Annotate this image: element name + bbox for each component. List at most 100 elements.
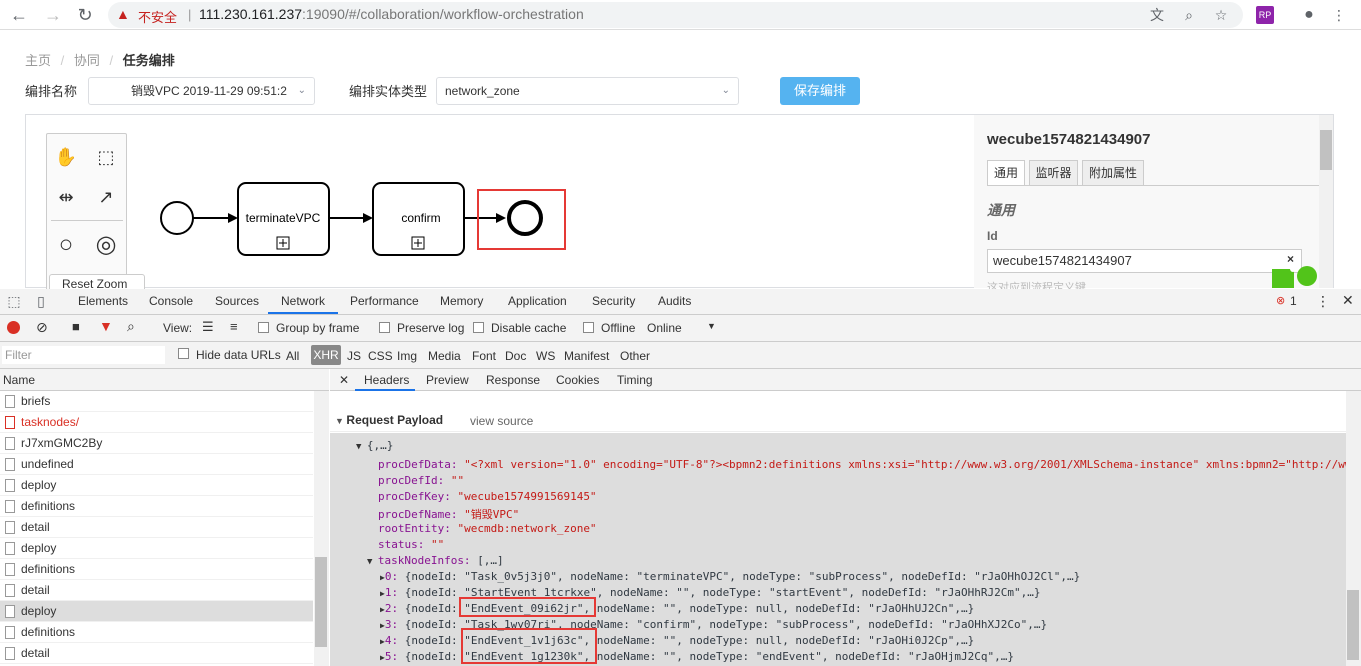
tab-cookies[interactable]: Cookies [556, 373, 599, 387]
filter-css[interactable]: CSS [368, 349, 393, 363]
chevron-down-icon[interactable]: ▼ [707, 321, 716, 331]
payload-field[interactable]: ▼ taskNodeInfos: [,…] [367, 554, 504, 567]
insecure-label[interactable]: 不安全 [138, 7, 177, 26]
inspect-icon[interactable]: ⬚ [5, 292, 23, 310]
record-icon[interactable] [7, 321, 20, 334]
payload-root[interactable]: ▼ {,…} [356, 439, 393, 452]
start-event-icon[interactable]: ○ [51, 230, 81, 260]
task-node-row[interactable]: ▶0: {nodeId: "Task_0v5j3j0", nodeName: "… [380, 570, 1080, 583]
group-by-frame-checkbox[interactable] [258, 322, 269, 333]
request-row[interactable]: detail [0, 517, 313, 538]
error-icon[interactable]: ⊗ [1276, 294, 1285, 307]
breadcrumb-collab[interactable]: 协同 [74, 53, 100, 68]
tab-performance[interactable]: Performance [350, 294, 419, 308]
tab-memory[interactable]: Memory [440, 294, 483, 308]
tab-general[interactable]: 通用 [987, 160, 1025, 186]
request-row[interactable]: rJ7xmGMC2By [0, 433, 313, 454]
clear-icon[interactable]: × [1287, 252, 1294, 266]
filter-manifest[interactable]: Manifest [564, 349, 609, 363]
request-row[interactable]: deploy [0, 475, 313, 496]
tab-console[interactable]: Console [149, 294, 193, 308]
request-list-scrollbar-thumb[interactable] [315, 557, 327, 647]
tab-extra-properties[interactable]: 附加属性 [1082, 160, 1144, 186]
filter-ws[interactable]: WS [536, 349, 555, 363]
request-row[interactable]: briefs [0, 391, 313, 412]
device-toolbar-icon[interactable]: ▯ [32, 292, 50, 310]
tab-response[interactable]: Response [486, 373, 540, 387]
zoom-icon[interactable]: ⌕ [1180, 6, 1198, 24]
menu-icon[interactable]: ⋮ [1330, 6, 1348, 24]
screenshot-icon[interactable]: ■ [72, 319, 80, 334]
error-count[interactable]: 1 [1290, 294, 1297, 308]
request-row[interactable]: definitions [0, 622, 313, 643]
tab-headers[interactable]: Headers [364, 373, 409, 387]
tab-preview[interactable]: Preview [426, 373, 469, 387]
connect-tool-icon[interactable]: ↗ [91, 182, 121, 212]
request-row[interactable]: undefined [0, 454, 313, 475]
reload-icon[interactable]: ↻ [74, 4, 96, 26]
view-source-link[interactable]: view source [470, 414, 533, 428]
hand-tool-icon[interactable]: ✋ [51, 142, 81, 172]
filter-xhr[interactable]: XHR [311, 345, 341, 365]
filter-doc[interactable]: Doc [505, 349, 526, 363]
filter-img[interactable]: Img [397, 349, 417, 363]
filter-js[interactable]: JS [347, 349, 361, 363]
extension-icon[interactable]: RP [1256, 6, 1274, 24]
filter-font[interactable]: Font [472, 349, 496, 363]
close-icon[interactable]: ✕ [1342, 292, 1354, 309]
search-icon[interactable]: ⌕ [127, 318, 135, 335]
disable-cache-checkbox[interactable] [473, 322, 484, 333]
tab-network[interactable]: Network [281, 294, 325, 308]
breadcrumb-home[interactable]: 主页 [25, 53, 51, 68]
tab-sources[interactable]: Sources [215, 294, 259, 308]
filter-all[interactable]: All [286, 349, 299, 363]
lasso-tool-icon[interactable]: ⬚ [91, 142, 121, 172]
translate-icon[interactable]: 文 [1148, 6, 1166, 24]
puzzle-icon[interactable] [1272, 265, 1318, 288]
filter-icon[interactable]: ▼ [99, 318, 113, 334]
intermediate-event-icon[interactable]: ◎ [91, 230, 121, 260]
tab-timing[interactable]: Timing [617, 373, 653, 387]
request-row[interactable]: deploy [0, 538, 313, 559]
detail-scrollbar-thumb[interactable] [1347, 590, 1359, 660]
warning-icon[interactable]: ▲ [116, 6, 132, 22]
panel-scrollbar-thumb[interactable] [1320, 130, 1332, 170]
request-row[interactable]: tasknodes/ [0, 412, 313, 433]
request-row[interactable]: detail [0, 580, 313, 601]
tab-security[interactable]: Security [592, 294, 635, 308]
request-row[interactable]: definitions [0, 496, 313, 517]
throttling-select[interactable]: Online [647, 321, 682, 335]
close-detail-icon[interactable]: ✕ [339, 373, 349, 387]
space-tool-icon[interactable]: ⇹ [51, 182, 81, 212]
orchestration-name-select[interactable]: 销毁VPC 2019-11-29 09:51:2 ⌄ [88, 77, 315, 105]
request-row-selected[interactable]: deploy [0, 601, 313, 622]
forward-icon[interactable]: → [42, 4, 64, 26]
tab-application[interactable]: Application [508, 294, 567, 308]
tab-elements[interactable]: Elements [78, 294, 128, 308]
profile-icon[interactable]: ● [1300, 6, 1318, 24]
filter-input[interactable]: Filter [2, 346, 165, 364]
id-input[interactable]: wecube1574821434907 [987, 249, 1302, 273]
offline-checkbox[interactable] [583, 322, 594, 333]
request-payload-title[interactable]: ▼ Request Payload [335, 413, 443, 427]
filter-other[interactable]: Other [620, 349, 650, 363]
filter-media[interactable]: Media [428, 349, 461, 363]
bookmark-star-icon[interactable]: ☆ [1212, 6, 1230, 24]
url-text[interactable]: 111.230.161.237:19090/#/collaboration/wo… [199, 6, 584, 22]
end-event[interactable] [507, 200, 543, 236]
request-row[interactable]: detail [0, 643, 313, 664]
start-event[interactable] [160, 201, 194, 235]
tab-audits[interactable]: Audits [658, 294, 691, 308]
entity-type-select[interactable]: network_zone ⌄ [436, 77, 739, 105]
hide-data-urls-checkbox[interactable] [178, 348, 189, 359]
tab-listeners[interactable]: 监听器 [1029, 160, 1078, 186]
waterfall-icon[interactable]: ≡ [230, 319, 238, 334]
back-icon[interactable]: ← [8, 4, 30, 26]
preserve-log-checkbox[interactable] [379, 322, 390, 333]
save-orchestration-button[interactable]: 保存编排 [780, 77, 860, 105]
large-rows-icon[interactable]: ☰ [202, 319, 214, 335]
clear-log-icon[interactable]: ⊘ [36, 319, 48, 336]
request-row[interactable]: definitions [0, 559, 313, 580]
name-column-header[interactable]: Name [0, 369, 329, 391]
devtools-menu-icon[interactable]: ⋮ [1316, 293, 1330, 310]
